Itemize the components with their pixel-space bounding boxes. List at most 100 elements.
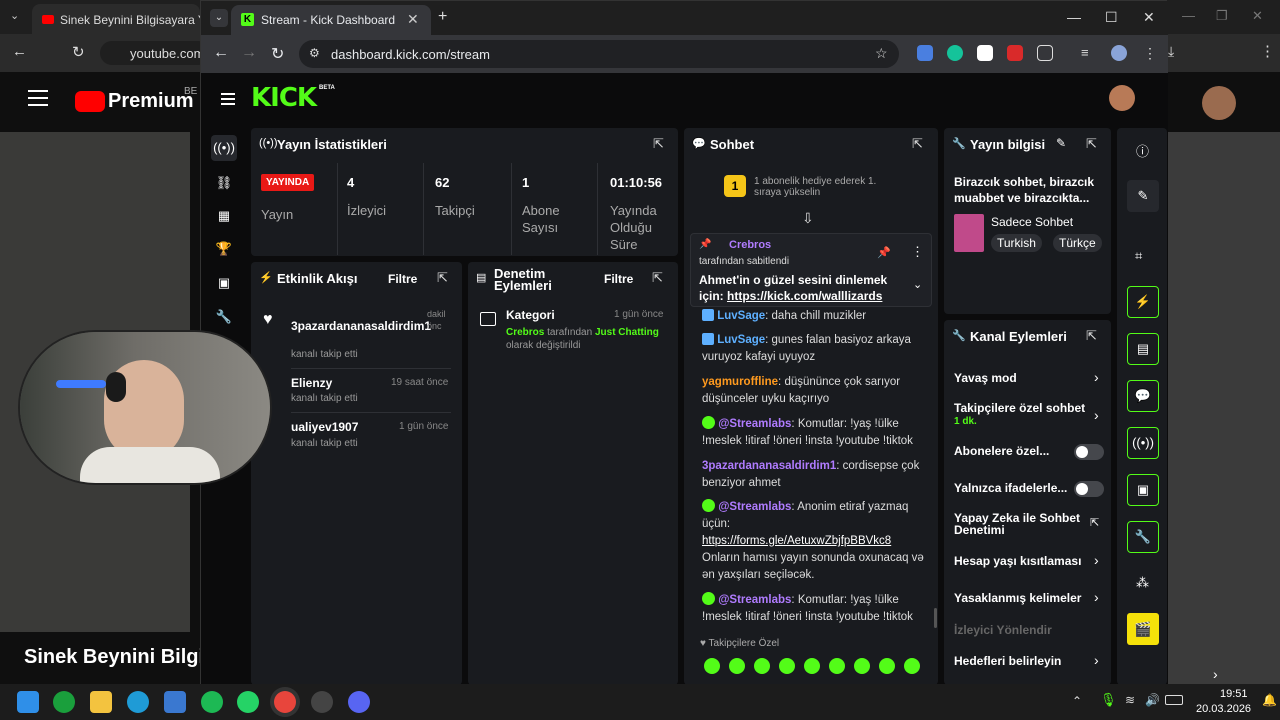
microphone-icon[interactable]: 🎙 xyxy=(1100,692,1117,708)
activity-popout-icon[interactable]: ⇱ xyxy=(437,270,448,286)
whatsapp-icon[interactable] xyxy=(237,691,259,713)
tab-close-icon[interactable]: ✕ xyxy=(407,11,419,28)
wifi-icon[interactable]: ≋ xyxy=(1125,693,1135,707)
stream-nav-broadcast-icon[interactable]: ((•)) xyxy=(211,135,237,161)
chat-username[interactable]: yagmuroffline xyxy=(702,376,778,388)
activity-user[interactable]: ualiyev1907 xyxy=(291,420,358,434)
close-window-icon[interactable]: ✕ xyxy=(1143,9,1155,26)
edge-icon[interactable] xyxy=(127,691,149,713)
scroll-to-pinned-icon[interactable]: ⇩ xyxy=(802,210,814,227)
chevron-right-icon[interactable]: › xyxy=(1094,369,1099,385)
screenshot-icon[interactable]: ⌗ xyxy=(1135,248,1142,264)
translate-extension-icon[interactable] xyxy=(917,45,933,61)
grammarly-extension-icon[interactable] xyxy=(947,45,963,61)
chat-username[interactable]: @Streamlabs xyxy=(718,501,791,513)
info-icon[interactable]: ⓘ xyxy=(1136,141,1149,160)
pinned-more-icon[interactable]: ⋮ xyxy=(911,244,924,260)
rail-lightning-icon[interactable]: ⚡ xyxy=(1127,286,1159,318)
emote-icon[interactable] xyxy=(854,658,870,674)
volume-icon[interactable]: 🔊 xyxy=(1145,693,1160,707)
followers-only-action[interactable]: Takipçilere özel sohbet xyxy=(954,401,1109,415)
profile-avatar-icon[interactable] xyxy=(1111,45,1127,61)
bg-minimize-icon[interactable]: — xyxy=(1182,8,1195,23)
emote-icon[interactable] xyxy=(754,658,770,674)
chevron-right-icon[interactable]: › xyxy=(1094,589,1099,605)
bg-next-chevron-icon[interactable]: › xyxy=(1213,666,1218,682)
yt-hamburger-icon[interactable] xyxy=(28,90,48,106)
rail-clapper-icon[interactable]: 🎬 xyxy=(1127,613,1159,645)
spotify-icon[interactable] xyxy=(201,691,223,713)
moderation-filter-button[interactable]: Filtre xyxy=(604,272,633,286)
trophy-nav-icon[interactable]: 🏆 xyxy=(211,236,237,262)
adblock-extension-icon[interactable] xyxy=(1007,45,1023,61)
analytics-nav-icon[interactable]: ▦ xyxy=(211,203,237,229)
links-nav-icon[interactable]: ⛓ xyxy=(211,170,237,196)
address-bar[interactable]: ⚙ dashboard.kick.com/stream ☆ xyxy=(299,40,899,68)
bg-reload-icon[interactable]: ↻ xyxy=(72,43,85,61)
tools-nav-icon[interactable]: 🔧 xyxy=(211,304,237,330)
youtube-logo-icon[interactable] xyxy=(75,91,105,112)
tab-kick-dashboard[interactable]: K Stream - Kick Dashboard ✕ xyxy=(231,5,431,35)
kick-logo[interactable]: KICK xyxy=(251,83,317,113)
rail-layout-icon[interactable]: ▣ xyxy=(1127,474,1159,506)
mod-category[interactable]: Just Chatting xyxy=(595,327,659,338)
chevron-right-icon[interactable]: › xyxy=(1094,407,1099,423)
chat-username[interactable]: @Streamlabs xyxy=(718,594,791,606)
emote-icon[interactable] xyxy=(704,658,720,674)
slow-mode-action[interactable]: Yavaş mod xyxy=(954,371,1109,385)
minimize-icon[interactable]: — xyxy=(1067,9,1081,25)
external-link-icon[interactable]: ⇱ xyxy=(1090,516,1099,529)
chat-popout-icon[interactable]: ⇱ xyxy=(912,136,923,152)
emote-icon[interactable] xyxy=(829,658,845,674)
new-tab-icon[interactable]: + xyxy=(438,8,447,26)
tray-chevron-icon[interactable]: ⌃ xyxy=(1072,694,1082,708)
tab-search-icon[interactable]: ⌄ xyxy=(210,9,228,27)
emote-icon[interactable] xyxy=(904,658,920,674)
pinned-user[interactable]: Crebros xyxy=(729,239,771,251)
chevron-right-icon[interactable]: › xyxy=(1094,652,1099,668)
chrome-icon[interactable] xyxy=(274,691,296,713)
chat-username[interactable]: 3pazardananasaldirdim1 xyxy=(702,460,836,472)
rail-document-icon[interactable]: ▤ xyxy=(1127,333,1159,365)
tag-chip[interactable]: Turkish xyxy=(991,234,1042,252)
activity-user[interactable]: 3pazardananasaldirdim1 xyxy=(291,319,431,333)
tag-chip[interactable]: Türkçe xyxy=(1053,234,1102,252)
bg-tab-youtube[interactable]: Sinek Beynini Bilgisayara Yükle xyxy=(32,4,200,34)
channel-actions-popout-icon[interactable]: ⇱ xyxy=(1086,328,1097,344)
reload-icon[interactable]: ↻ xyxy=(271,44,284,64)
mod-user[interactable]: Crebros xyxy=(506,327,544,338)
clock-time[interactable]: 19:51 xyxy=(1220,688,1248,700)
obs-icon[interactable] xyxy=(311,691,333,713)
rail-broadcast-icon[interactable]: ((•)) xyxy=(1127,427,1159,459)
stream-info-popout-icon[interactable]: ⇱ xyxy=(1086,136,1097,152)
emote-icon[interactable] xyxy=(779,658,795,674)
file-explorer-icon[interactable] xyxy=(90,691,112,713)
bg-restore-icon[interactable]: ❐ xyxy=(1216,8,1228,24)
back-icon[interactable]: ← xyxy=(213,44,229,62)
xbox-icon[interactable] xyxy=(53,691,75,713)
chat-username[interactable]: LuvSage xyxy=(717,334,765,346)
chevron-right-icon[interactable]: › xyxy=(1094,552,1099,568)
banned-words-action[interactable]: Yasaklanmış kelimeler xyxy=(954,591,1109,605)
bg-menu-icon[interactable]: ⋮ xyxy=(1260,42,1275,60)
clock-date[interactable]: 20.03.2026 xyxy=(1196,703,1251,715)
bookmark-star-icon[interactable]: ☆ xyxy=(875,45,888,62)
anon-link[interactable]: https://forms.gle/AetuxwZbjfpBBVkc8 xyxy=(702,535,891,547)
emotes-only-toggle[interactable] xyxy=(1074,481,1104,497)
emote-icon[interactable] xyxy=(879,658,895,674)
stats-popout-icon[interactable]: ⇱ xyxy=(653,136,664,152)
rail-edit-icon[interactable]: ✎ xyxy=(1127,180,1159,212)
chat-username[interactable]: LuvSage xyxy=(717,310,765,322)
rail-nodes-icon[interactable]: ⁂ xyxy=(1136,575,1149,591)
rail-wrench-icon[interactable]: 🔧 xyxy=(1127,521,1159,553)
notification-bell-icon[interactable]: 🔔 xyxy=(1262,693,1277,707)
emote-icon[interactable] xyxy=(804,658,820,674)
bg-download-icon[interactable]: ⤓ xyxy=(1168,43,1174,60)
bg-address-bar[interactable]: youtube.com xyxy=(100,41,210,65)
ai-moderation-action[interactable]: Yapay Zeka ile Sohbet Denetimi xyxy=(954,512,1089,536)
media-control-icon[interactable]: ≡ xyxy=(1081,45,1097,61)
unpin-icon[interactable]: 📌 xyxy=(877,246,891,259)
forward-icon[interactable]: → xyxy=(241,44,257,62)
chat-username[interactable]: @Streamlabs xyxy=(718,418,791,430)
maximize-icon[interactable]: ☐ xyxy=(1105,9,1118,26)
